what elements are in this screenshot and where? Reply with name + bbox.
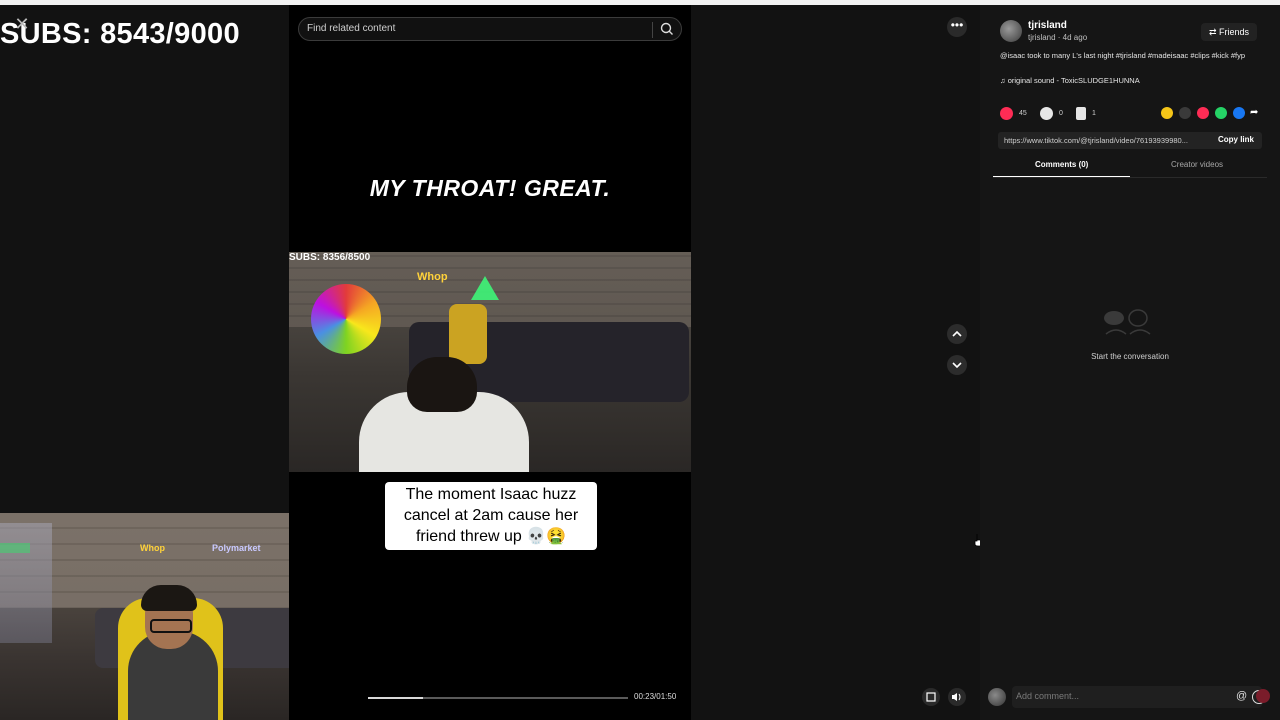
empty-comments-illustration-icon <box>1104 309 1151 335</box>
stream-person-head <box>407 357 477 412</box>
comment-input[interactable]: Add comment... @ <box>1012 686 1266 708</box>
search-icon[interactable] <box>659 21 675 37</box>
webcam-brand-polymarket: Polymarket <box>212 543 261 553</box>
stream-subs-counter: SUBS: 8356/8500 <box>289 252 371 263</box>
comment-button[interactable]: 0 <box>1040 107 1063 120</box>
subs-counter: SUBS: 8543/9000 <box>0 18 240 50</box>
user-avatar <box>988 688 1006 706</box>
like-count: 45 <box>1019 110 1027 117</box>
post-meta: tjrisland · 4d ago <box>1028 33 1088 42</box>
search-bar[interactable]: Find related content <box>298 17 682 41</box>
save-count: 1 <box>1092 110 1096 117</box>
empty-comments-text: Start the conversation <box>1091 352 1169 361</box>
post-sound[interactable]: ♫ original sound - ToxicSLUDGE1HUNNA <box>1000 76 1140 85</box>
search-input[interactable]: Find related content <box>307 23 395 34</box>
video-progress-fill <box>368 697 423 699</box>
tab-comments[interactable]: Comments (0) <box>1035 160 1088 169</box>
heart-icon <box>1000 107 1013 120</box>
post-description: @isaac took to many L's last night #tjri… <box>1000 51 1245 60</box>
more-options-icon[interactable]: ••• <box>947 17 967 37</box>
friends-button[interactable]: ⇄ Friends <box>1201 23 1257 41</box>
nav-strip <box>691 5 980 720</box>
sound-label: original sound - ToxicSLUDGE1HUNNA <box>1007 76 1140 85</box>
webcam-glasses <box>150 619 192 633</box>
tab-divider <box>993 177 1267 178</box>
next-video-button[interactable] <box>947 355 967 375</box>
share-link[interactable]: https://www.tiktok.com/@tjrisland/video/… <box>1004 136 1209 145</box>
embed-icon[interactable] <box>1179 107 1191 119</box>
bookmark-icon <box>1076 107 1086 120</box>
creator-avatar[interactable] <box>1000 20 1022 42</box>
comment-placeholder: Add comment... <box>1016 691 1080 701</box>
webcam-monitor <box>0 523 52 643</box>
video-progress-bar[interactable] <box>368 697 628 699</box>
whatsapp-icon[interactable] <box>1215 107 1227 119</box>
stream-triangle-light <box>471 276 499 300</box>
pip-button[interactable] <box>922 688 940 706</box>
chevron-down-icon <box>952 362 962 369</box>
tab-active-underline <box>993 176 1130 177</box>
stream-brand: Whop <box>417 271 448 283</box>
mention-icon[interactable]: @ <box>1236 690 1247 702</box>
prize-wheel <box>311 284 381 354</box>
stream-chair <box>449 304 487 364</box>
share-link-row: https://www.tiktok.com/@tjrisland/video/… <box>998 132 1262 149</box>
webcam-green-light <box>0 543 30 553</box>
video-stream-frame: Whop <box>289 252 691 472</box>
save-button[interactable]: 1 <box>1076 107 1096 120</box>
like-button[interactable]: 45 <box>1000 107 1027 120</box>
video-caption-mid: The moment Isaac huzz cancel at 2am caus… <box>385 482 597 550</box>
creator-username[interactable]: tjrisland <box>1028 20 1067 31</box>
close-icon[interactable]: ✕ <box>12 14 32 34</box>
comment-icon <box>1040 107 1053 120</box>
comment-bar: Add comment... @ <box>988 686 1276 708</box>
comment-count: 0 <box>1059 110 1063 117</box>
webcam-brand-whop: Whop <box>140 543 165 553</box>
volume-button[interactable] <box>948 688 966 706</box>
pip-icon <box>926 692 936 702</box>
repost-icon[interactable] <box>1197 107 1209 119</box>
volume-icon <box>952 693 961 701</box>
video-timecode: 00:23/01:50 <box>634 692 677 701</box>
facebook-icon[interactable] <box>1233 107 1245 119</box>
share-arrow-icon[interactable]: ➦ <box>1250 107 1262 119</box>
previous-video-button[interactable] <box>947 324 967 344</box>
friends-label: Friends <box>1219 27 1250 37</box>
coin-icon[interactable] <box>1161 107 1173 119</box>
search-divider <box>652 22 653 38</box>
webcam-person-hair <box>141 585 197 611</box>
video-caption-top: MY THROAT! GREAT. <box>369 175 611 201</box>
send-comment-button[interactable] <box>1256 689 1270 703</box>
chevron-up-icon <box>952 330 962 337</box>
tab-creator-videos[interactable]: Creator videos <box>1171 160 1223 169</box>
copy-link-button[interactable]: Copy link <box>1218 135 1254 144</box>
